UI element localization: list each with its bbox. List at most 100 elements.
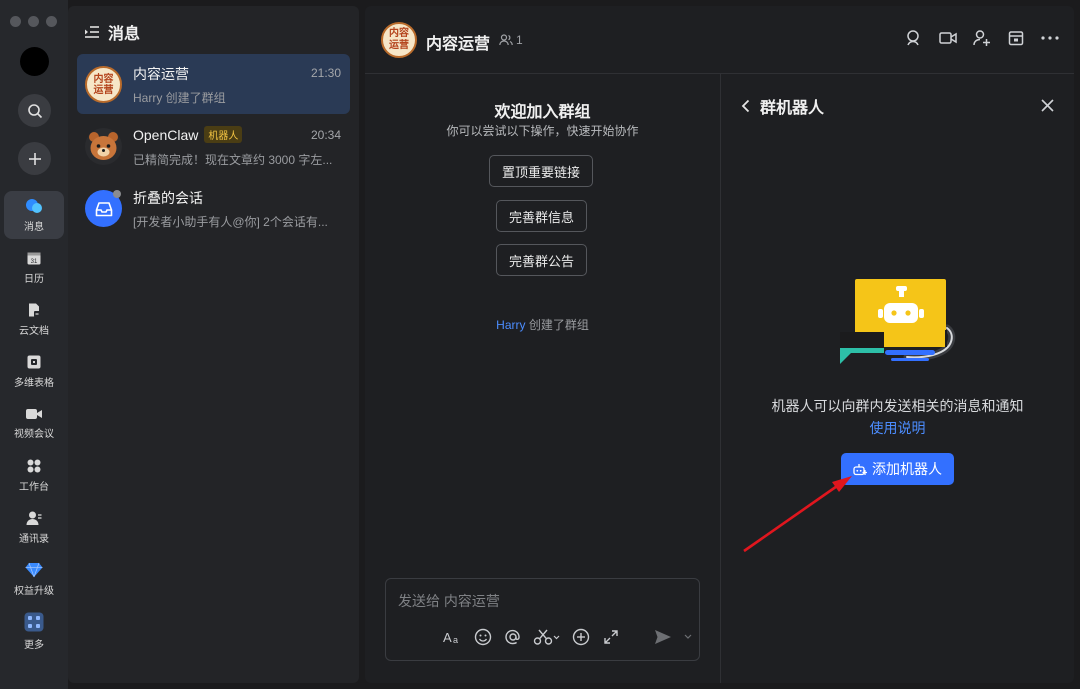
conversation-preview: [开发者小助手有人@你] 2个会话有... — [133, 215, 328, 229]
chat-calendar-button[interactable] — [1006, 28, 1026, 48]
nav-upgrade[interactable]: 权益升级 — [4, 555, 64, 603]
workspace-icon — [27, 459, 41, 472]
conversation-item-content-ops[interactable]: 内容运营 内容运营 21:30 Harry 创建了群组 — [77, 54, 350, 114]
conversation-item-folded[interactable]: 折叠的会话 [开发者小助手有人@你] 2个会话有... — [77, 178, 350, 238]
add-member-icon — [973, 30, 990, 46]
svg-text:A: A — [443, 630, 452, 645]
send-icon — [655, 630, 671, 644]
contacts-icon — [26, 511, 42, 525]
attach-button[interactable] — [571, 627, 591, 647]
conversation-time: 20:34 — [310, 128, 341, 142]
more-horizontal-icon — [1041, 36, 1059, 40]
expand-editor-button[interactable] — [601, 627, 621, 647]
chevron-down-icon — [684, 634, 692, 639]
close-window-button[interactable] — [10, 16, 21, 27]
search-button[interactable] — [18, 94, 51, 127]
svg-text:a: a — [453, 635, 458, 645]
app-nav-rail: 消息 31 日历 云文档 多维表格 视频会议 工作台 通讯录 权益升级 更多 — [0, 0, 68, 689]
plus-icon — [28, 152, 41, 165]
emoji-button[interactable] — [473, 627, 493, 647]
user-avatar[interactable] — [20, 47, 49, 76]
add-bot-button[interactable]: 添加机器人 — [841, 453, 954, 485]
send-options-button[interactable] — [683, 627, 693, 647]
list-header: 消息 — [84, 20, 140, 44]
chat-title[interactable]: 内容运营 — [426, 30, 490, 54]
nav-workspace[interactable]: 工作台 — [4, 451, 64, 499]
group-bot-panel: 群机器人 机器人可以向群内发送相关的消息和通知 使用说明 添加机器人 — [721, 74, 1074, 683]
scissors-icon — [533, 629, 560, 645]
chat-calendar-icon — [1008, 31, 1024, 46]
minimize-window-button[interactable] — [28, 16, 39, 27]
close-icon — [1040, 98, 1054, 112]
nav-docs-label: 云文档 — [19, 325, 49, 337]
nav-contacts[interactable]: 通讯录 — [4, 503, 64, 551]
nav-contacts-label: 通讯录 — [19, 533, 49, 545]
video-icon — [26, 408, 42, 419]
maximize-window-button[interactable] — [46, 16, 57, 27]
nav-more-label: 更多 — [24, 639, 44, 651]
complete-announcement-button[interactable]: 完善群公告 — [496, 244, 588, 276]
chat-search-button[interactable] — [904, 28, 924, 48]
search-chat-icon — [907, 30, 919, 46]
video-call-button[interactable] — [938, 28, 958, 48]
mention-button[interactable] — [503, 627, 523, 647]
chat-message-area: 欢迎加入群组 你可以尝试以下操作，快速开始协作 置顶重要链接 完善群信息 完善群… — [365, 74, 720, 683]
bot-avatar — [85, 128, 122, 165]
expand-icon — [604, 630, 618, 644]
bot-badge: 机器人 — [204, 126, 243, 143]
nav-messages-label: 消息 — [24, 221, 44, 233]
format-text-button[interactable]: Aa — [443, 627, 463, 647]
nav-messages[interactable]: 消息 — [4, 191, 64, 239]
conversation-list-panel: 消息 内容运营 内容运营 21:30 Harry 创建了群组 OpenClaw … — [68, 6, 359, 683]
nav-upgrade-label: 权益升级 — [14, 585, 54, 597]
svg-text:31: 31 — [31, 259, 38, 265]
bot-panel-header: 群机器人 — [741, 94, 824, 118]
system-message-text: 创建了群组 — [525, 318, 589, 332]
screenshot-button[interactable] — [533, 627, 561, 647]
nav-base-label: 多维表格 — [14, 377, 54, 389]
welcome-title: 欢迎加入群组 — [494, 104, 591, 121]
chat-group-avatar[interactable]: 内容运营 — [381, 22, 417, 58]
bot-panel-title: 群机器人 — [760, 100, 825, 117]
close-panel-button[interactable] — [1038, 96, 1056, 114]
complete-group-info-button[interactable]: 完善群信息 — [496, 200, 588, 232]
nav-more[interactable]: 更多 — [4, 607, 64, 655]
chat-header-actions — [904, 28, 1060, 48]
calendar-icon: 31 — [27, 252, 41, 265]
at-icon — [505, 629, 520, 645]
welcome-subtitle: 你可以尝试以下操作，快速开始协作 — [446, 124, 639, 138]
send-button[interactable] — [653, 627, 673, 647]
add-bot-label: 添加机器人 — [872, 461, 942, 477]
composer-toolbar: Aa — [443, 627, 693, 647]
nav-calendar[interactable]: 31 日历 — [4, 243, 64, 291]
emoji-icon — [474, 628, 492, 646]
video-call-icon — [939, 32, 957, 44]
system-message-actor[interactable]: Harry — [496, 318, 525, 332]
more-options-button[interactable] — [1040, 28, 1060, 48]
document-icon — [29, 303, 40, 317]
add-member-button[interactable] — [972, 28, 992, 48]
inbox-icon — [95, 201, 112, 216]
message-input[interactable] — [398, 593, 688, 609]
nav-meetings[interactable]: 视频会议 — [4, 399, 64, 447]
member-count[interactable]: 1 — [499, 33, 523, 47]
more-apps-icon — [24, 612, 44, 631]
nav-meetings-label: 视频会议 — [14, 428, 54, 440]
robot-illustration — [840, 279, 956, 364]
chat-header: 内容运营 内容运营 1 — [365, 6, 1074, 74]
message-icon — [26, 198, 42, 213]
nav-base[interactable]: 多维表格 — [4, 347, 64, 395]
conversation-item-openclaw[interactable]: OpenClaw 机器人 20:34 已精简完成！现在文章约 3000 字左..… — [77, 116, 350, 176]
back-chevron-icon[interactable] — [741, 99, 750, 113]
member-count-value: 1 — [516, 33, 523, 47]
message-composer: Aa — [385, 578, 700, 661]
chat-panel: 内容运营 内容运营 1 欢迎加入群组 你可以尝试以下操作，快速开始协作 置顶重要… — [365, 6, 1074, 683]
plus-circle-icon — [572, 628, 590, 646]
collapse-list-icon[interactable] — [84, 25, 100, 39]
usage-guide-link[interactable]: 使用说明 — [721, 418, 1074, 438]
pin-links-button[interactable]: 置顶重要链接 — [489, 155, 594, 187]
nav-docs[interactable]: 云文档 — [4, 295, 64, 343]
create-button[interactable] — [18, 142, 51, 175]
conversation-name: 内容运营 — [133, 66, 189, 82]
system-message: Harry 创建了群组 — [365, 316, 720, 333]
